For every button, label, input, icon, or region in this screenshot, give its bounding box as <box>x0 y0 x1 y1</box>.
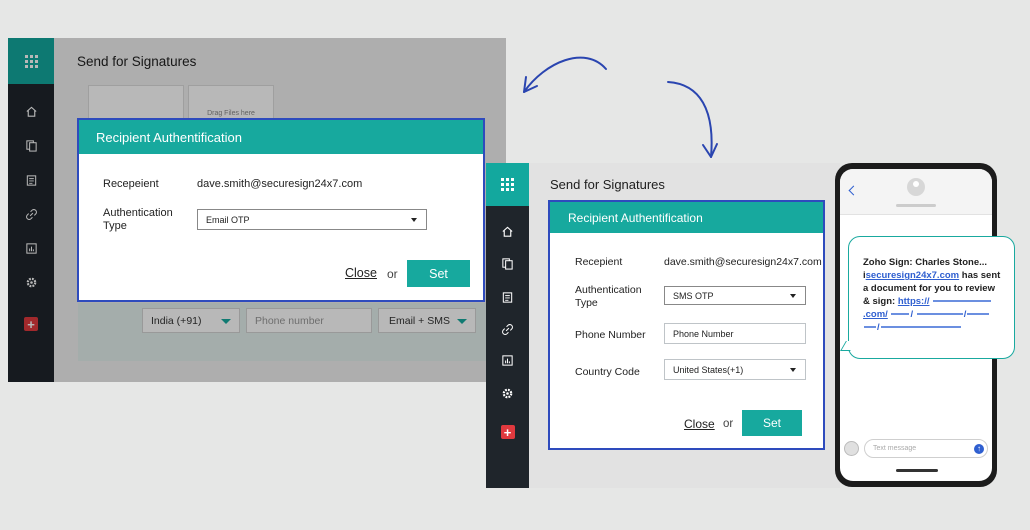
or-text: or <box>723 418 734 430</box>
modal-title: Recipient Authentification <box>96 129 242 145</box>
link-icon <box>502 323 513 335</box>
country-code-select[interactable]: United States(+1) <box>664 359 806 380</box>
sms-line-1: Zoho Sign: Charles Stone... <box>863 257 988 268</box>
auth-type-label: Authentication Type <box>103 207 173 233</box>
sidebar-item-settings[interactable] <box>486 384 529 402</box>
auth-type-select-value: SMS OTP <box>673 290 714 301</box>
message-header <box>840 169 992 215</box>
documents-icon <box>502 257 513 270</box>
recipient-auth-modal: Recipient Authentification Recepient dav… <box>548 200 825 450</box>
sms-message-bubble: Zoho Sign: Charles Stone... isecuresign2… <box>848 236 1015 359</box>
sms-line-3: a document for you to review <box>863 283 995 294</box>
auth-type-select[interactable]: SMS OTP <box>664 286 806 305</box>
phone-number-input[interactable]: Phone Number <box>664 323 806 344</box>
sidebar-item-templates[interactable] <box>486 288 529 306</box>
auth-type-label-line1: Authentication <box>575 284 642 296</box>
sms-line-5: .com/ / / <box>863 308 1004 321</box>
recipient-label: Recepeient <box>103 178 159 190</box>
send-arrow-icon[interactable]: ↑ <box>974 444 984 454</box>
set-button[interactable]: Set <box>742 410 802 436</box>
auth-type-label-line1: Authentication <box>103 207 173 219</box>
left-app-window: + Send for Signatures Drag Files here In… <box>8 38 506 382</box>
person-icon <box>913 181 919 187</box>
set-button[interactable]: Set <box>407 260 470 287</box>
chevron-down-icon <box>411 217 417 222</box>
gear-icon <box>502 388 513 398</box>
contact-avatar <box>907 178 925 196</box>
camera-button[interactable] <box>844 441 859 456</box>
auth-type-select-value: Email OTP <box>206 214 250 225</box>
sidebar-item-home[interactable] <box>486 222 529 240</box>
home-icon <box>502 226 513 237</box>
chevron-down-icon <box>790 367 796 372</box>
sms-line-2-rest: has sent <box>959 270 1001 281</box>
reports-icon <box>502 354 513 366</box>
country-code-label: Country Code <box>575 366 640 378</box>
modal-header: Recipient Authentification <box>550 202 823 233</box>
auth-type-label: Authentication Type <box>575 284 642 310</box>
sms-domain-link[interactable]: securesign24x7.com <box>866 270 959 281</box>
sms-url-link-start[interactable]: https:// <box>898 296 930 307</box>
arrow-to-right-icon <box>667 81 718 158</box>
auth-type-label-line2: Type <box>575 297 598 309</box>
sidebar: + <box>486 163 529 488</box>
chevron-down-icon <box>790 293 796 298</box>
or-text: or <box>387 267 398 281</box>
grid-icon <box>501 178 514 191</box>
chevron-left-icon[interactable] <box>848 185 859 196</box>
sms-line-4-prefix: & sign: <box>863 296 898 307</box>
modal-title: Recipient Authentification <box>568 210 703 225</box>
close-link[interactable]: Close <box>684 417 715 431</box>
recipient-label: Recepient <box>575 256 623 268</box>
add-button[interactable]: + <box>486 423 529 441</box>
sms-line-4: & sign: https:// <box>863 295 1004 308</box>
app-launcher-button[interactable] <box>486 163 529 206</box>
phone-number-label: Phone Number <box>575 329 646 341</box>
sms-url-link-com[interactable]: .com/ <box>863 309 888 320</box>
recipient-value: dave.smith@securesign24x7.com <box>664 256 822 268</box>
modal-header: Recipient Authentification <box>79 120 483 154</box>
recipient-auth-modal: Recipient Authentification Recepeient da… <box>77 118 485 302</box>
arrow-to-left-icon <box>523 56 607 93</box>
right-app-window: + Send for Signatures Recipient Authenti… <box>486 163 840 488</box>
sidebar-item-reports[interactable] <box>486 351 529 369</box>
phone-number-value: Phone Number <box>673 328 734 339</box>
recipient-value: dave.smith@securesign24x7.com <box>197 178 363 190</box>
template-icon <box>502 291 513 303</box>
sidebar-item-links[interactable] <box>486 320 529 338</box>
auth-type-select[interactable]: Email OTP <box>197 209 427 230</box>
sidebar-item-documents[interactable] <box>486 254 529 272</box>
country-code-value: United States(+1) <box>673 364 744 375</box>
contact-name-bar <box>896 204 936 207</box>
close-link[interactable]: Close <box>345 266 377 280</box>
text-message-placeholder: Text message <box>873 445 917 452</box>
sms-line-6: / <box>863 321 1004 334</box>
sms-line-2: isecuresign24x7.com has sent <box>863 269 1004 282</box>
plus-icon: + <box>500 425 515 439</box>
home-indicator <box>896 469 938 472</box>
auth-type-label-line2: Type <box>103 220 127 232</box>
text-message-input[interactable]: Text message ↑ <box>864 439 988 458</box>
